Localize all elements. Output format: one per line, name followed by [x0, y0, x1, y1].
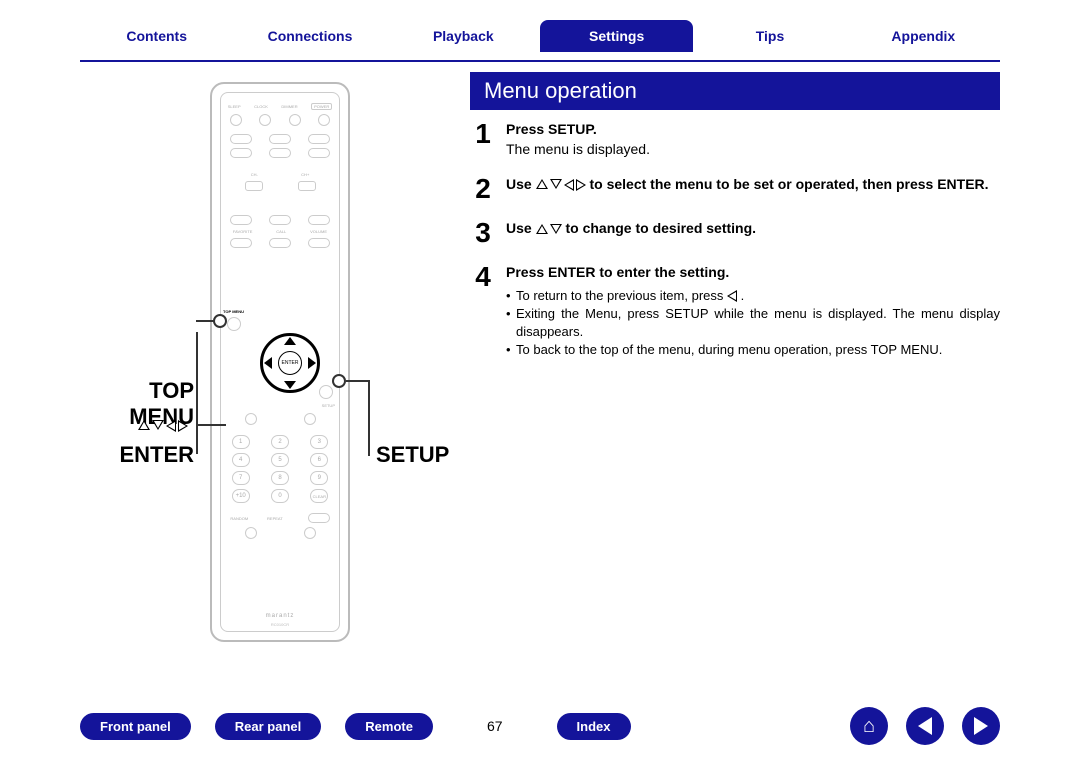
dpad-enter: ENTER	[278, 351, 302, 375]
arrows-udlr-icon	[536, 179, 586, 191]
link-front-panel[interactable]: Front panel	[80, 713, 191, 740]
prev-page-button[interactable]	[906, 707, 944, 745]
remote-model: RC010CR	[221, 622, 339, 627]
step-1: 1 Press SETUP. The menu is displayed.	[470, 120, 1000, 159]
callout-topmenu-dot	[213, 314, 227, 328]
arrows-ud-icon	[536, 224, 562, 234]
tab-settings[interactable]: Settings	[540, 20, 693, 52]
callout-setup-line	[346, 380, 368, 382]
content-area: SLEEPCLOCKDIMMERPOWER CH-CH+ FAVORITECAL…	[0, 62, 1080, 702]
step-num: 4	[470, 263, 496, 291]
remote-topmenu-button	[227, 317, 241, 331]
step-title: Press ENTER to enter the setting.	[506, 263, 1000, 283]
tab-connections[interactable]: Connections	[233, 22, 386, 50]
callout-topmenu-line	[196, 320, 214, 322]
remote-setup-button	[319, 385, 333, 399]
step-num: 3	[470, 219, 496, 247]
link-index[interactable]: Index	[557, 713, 631, 740]
callout-setup-vertical	[368, 380, 370, 456]
arrow-right-icon	[974, 717, 988, 735]
step-num: 1	[470, 120, 496, 148]
step-4: 4 Press ENTER to enter the setting. To r…	[470, 263, 1000, 359]
remote-illustration: SLEEPCLOCKDIMMERPOWER CH-CH+ FAVORITECAL…	[80, 72, 440, 702]
remote-setup-label: SETUP	[322, 403, 335, 408]
next-page-button[interactable]	[962, 707, 1000, 745]
link-remote[interactable]: Remote	[345, 713, 433, 740]
remote-topmenu-label: TOP MENU	[223, 309, 244, 314]
step-bullets: To return to the previous item, press . …	[506, 287, 1000, 360]
step-title: Use to change to desired setting.	[506, 219, 1000, 239]
instructions-column: Menu operation 1 Press SETUP. The menu i…	[460, 72, 1000, 702]
home-icon: ⌂	[863, 715, 875, 738]
step-num: 2	[470, 175, 496, 203]
label-arrows	[138, 415, 188, 436]
remote-brand: marantz	[221, 613, 339, 619]
link-rear-panel[interactable]: Rear panel	[215, 713, 321, 740]
step-sub: The menu is displayed.	[506, 140, 1000, 160]
tab-playback[interactable]: Playback	[387, 22, 540, 50]
home-button[interactable]: ⌂	[850, 707, 888, 745]
step-3: 3 Use to change to desired setting.	[470, 219, 1000, 247]
step-2: 2 Use to select the menu to be set or op…	[470, 175, 1000, 203]
arrow-left-icon	[918, 717, 932, 735]
callout-left-vertical	[196, 332, 198, 454]
remote-outline: SLEEPCLOCKDIMMERPOWER CH-CH+ FAVORITECAL…	[210, 82, 350, 642]
section-header: Menu operation	[470, 72, 1000, 110]
arrow-left-icon	[727, 290, 737, 302]
top-nav: Contents Connections Playback Settings T…	[0, 0, 1080, 60]
callout-arrows-line	[196, 424, 226, 426]
tab-contents[interactable]: Contents	[80, 22, 233, 50]
step-title: Press SETUP.	[506, 120, 1000, 140]
callout-setup-dot	[332, 374, 346, 388]
tab-appendix[interactable]: Appendix	[847, 22, 1000, 50]
tab-tips[interactable]: Tips	[693, 22, 846, 50]
bottom-bar: Front panel Rear panel Remote 67 Index ⌂	[0, 707, 1080, 745]
label-enter: ENTER	[104, 442, 194, 468]
page-number: 67	[457, 718, 533, 734]
label-setup: SETUP	[376, 442, 449, 468]
step-title: Use to select the menu to be set or oper…	[506, 175, 1000, 195]
dpad: ENTER	[256, 329, 324, 397]
